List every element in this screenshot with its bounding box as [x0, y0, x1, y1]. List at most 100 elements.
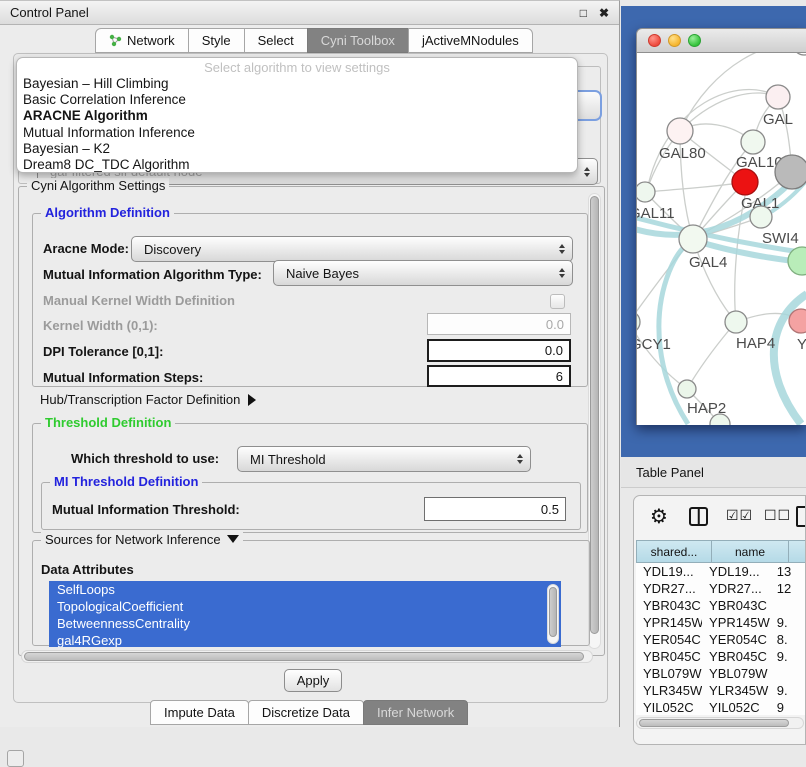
column-header-partial[interactable]	[788, 540, 806, 563]
algorithm-option[interactable]: Basic Correlation Inference	[17, 92, 577, 108]
table-row[interactable]: YBL079WYBL079W	[636, 665, 805, 682]
table-cell[interactable]: 8.	[770, 631, 805, 648]
hub-factor-toggle[interactable]: Hub/Transcription Factor Definition	[40, 392, 256, 407]
float-panel-icon[interactable]: □	[580, 6, 587, 20]
minimize-window-icon[interactable]	[668, 34, 681, 47]
column-header-shared-name[interactable]: shared...	[636, 540, 712, 563]
table-cell[interactable]: YBL079W	[636, 665, 702, 682]
table-cell[interactable]: 13	[770, 563, 805, 580]
which-threshold-combo[interactable]: MI Threshold	[237, 446, 531, 472]
apply-button[interactable]: Apply	[284, 669, 342, 692]
algorithm-option[interactable]: Bayesian – Hill Climbing	[17, 76, 577, 92]
table-hscrollbar-thumb[interactable]	[639, 719, 789, 727]
tab-jactivemnodules[interactable]: jActiveMNodules	[408, 28, 533, 53]
columns-icon[interactable]	[689, 507, 708, 526]
table-cell[interactable]: 9.	[770, 682, 805, 699]
node-gcy1[interactable]	[637, 311, 640, 333]
table-cell[interactable]: 9	[770, 699, 805, 715]
algorithm-option[interactable]: Bayesian – K2	[17, 141, 577, 157]
table-cell[interactable]: YDL19...	[636, 563, 702, 580]
table-cell[interactable]: YLR345W	[636, 682, 702, 699]
document-icon[interactable]	[796, 506, 806, 527]
network-node[interactable]	[775, 155, 806, 189]
table-cell[interactable]: YPR145W	[636, 614, 702, 631]
node-gal10[interactable]	[741, 130, 765, 154]
table-row[interactable]: YDR27...YDR27...12	[636, 580, 805, 597]
manual-kernel-checkbox[interactable]	[550, 294, 565, 309]
table-cell[interactable]: 9.	[770, 648, 805, 665]
column-header-name[interactable]: name	[711, 540, 789, 563]
aracne-mode-combo[interactable]: Discovery	[131, 236, 573, 262]
tab-cyni-toolbox[interactable]: Cyni Toolbox	[307, 28, 409, 53]
network-node[interactable]	[793, 53, 806, 55]
table-cell[interactable]	[770, 597, 805, 614]
close-window-icon[interactable]	[648, 34, 661, 47]
network-view[interactable]: GALGAL80GAL10GAL1GAL11SWI4GAL4GCY1HAP4YH…	[636, 53, 806, 425]
tab-select[interactable]: Select	[244, 28, 308, 53]
table-cell[interactable]: YER054C	[636, 631, 702, 648]
table-cell[interactable]: YIL052C	[636, 699, 702, 715]
tab-discretize-data[interactable]: Discretize Data	[248, 700, 364, 725]
table-cell[interactable]: YBR043C	[702, 597, 770, 614]
node-gal1[interactable]	[732, 169, 758, 195]
network-window-titlebar[interactable]	[636, 28, 806, 53]
attribute-item[interactable]: TopologicalCoefficient	[49, 598, 561, 615]
table-row[interactable]: YBR045CYBR045C9.	[636, 648, 805, 665]
table-cell[interactable]: YDL19...	[702, 563, 770, 580]
data-attributes-list[interactable]: SelfLoopsTopologicalCoefficientBetweenne…	[49, 581, 561, 647]
attributes-scrollbar-thumb[interactable]	[549, 587, 557, 637]
node-gal[interactable]	[766, 85, 790, 109]
table-row[interactable]: YLR345WYLR345W9.	[636, 682, 805, 699]
node-hap4[interactable]	[725, 311, 747, 333]
table-cell[interactable]: YER054C	[702, 631, 770, 648]
node-gal80[interactable]	[667, 118, 693, 144]
algorithm-option[interactable]: Dream8 DC_TDC Algorithm	[17, 157, 577, 173]
algorithm-option[interactable]: Mutual Information Inference	[17, 125, 577, 141]
tab-style[interactable]: Style	[188, 28, 245, 53]
node-swi4[interactable]	[750, 206, 772, 228]
table-cell[interactable]: YBR043C	[636, 597, 702, 614]
table-cell[interactable]: YDR27...	[702, 580, 770, 597]
tab-infer-network[interactable]: Infer Network	[363, 700, 468, 725]
mi-threshold-input[interactable]: 0.5	[424, 497, 566, 521]
node-gal4[interactable]	[679, 225, 707, 253]
close-panel-icon[interactable]: ✖	[599, 6, 609, 20]
attribute-item[interactable]: gal4RGexp	[49, 632, 561, 647]
dpi-tolerance-input[interactable]: 0.0	[427, 339, 571, 362]
algorithm-option[interactable]: ARACNE Algorithm	[17, 108, 577, 124]
select-unchecked-icon[interactable]: ☐☐	[764, 508, 791, 524]
mi-type-combo[interactable]: Naive Bayes	[273, 260, 573, 286]
table-cell[interactable]: YDR27...	[636, 580, 702, 597]
table-cell[interactable]: YPR145W	[702, 614, 770, 631]
table-row[interactable]: YDL19...YDL19...13	[636, 563, 805, 580]
select-checked-icon[interactable]: ☑☑	[726, 508, 753, 524]
table-row[interactable]: YER054CYER054C8.	[636, 631, 805, 648]
sources-legend-toggle[interactable]: Sources for Network Inference	[41, 532, 243, 547]
table-row[interactable]: YIL052CYIL052C9	[636, 699, 805, 715]
table-cell[interactable]: 12	[770, 580, 805, 597]
node-y[interactable]	[789, 309, 806, 333]
tab-impute-data[interactable]: Impute Data	[150, 700, 249, 725]
attribute-item[interactable]: SelfLoops	[49, 581, 561, 598]
table-row[interactable]: YBR043CYBR043C	[636, 597, 805, 614]
table-cell[interactable]: YIL052C	[702, 699, 770, 715]
table-cell[interactable]: YBL079W	[702, 665, 770, 682]
tab-network[interactable]: Network	[95, 28, 189, 53]
kernel-width-input[interactable]: 0.0	[427, 313, 571, 335]
gear-icon[interactable]: ⚙	[650, 504, 668, 528]
attributes-scrollbar[interactable]	[547, 584, 559, 644]
table-hscrollbar[interactable]	[636, 717, 804, 729]
table-row[interactable]: YPR145WYPR145W9.	[636, 614, 805, 631]
settings-scrollbar-thumb[interactable]	[590, 196, 599, 634]
mi-steps-input[interactable]: 6	[427, 365, 571, 387]
node-gal11[interactable]	[637, 182, 655, 202]
attribute-item[interactable]: BetweennessCentrality	[49, 615, 561, 632]
table-cell[interactable]: YLR345W	[702, 682, 770, 699]
table-cell[interactable]: 9.	[770, 614, 805, 631]
zoom-window-icon[interactable]	[688, 34, 701, 47]
collapsed-panel-icon[interactable]	[7, 750, 24, 767]
table-cell[interactable]: YBR045C	[636, 648, 702, 665]
table-cell[interactable]: YBR045C	[702, 648, 770, 665]
settings-hscrollbar[interactable]	[21, 650, 593, 663]
node-hap2[interactable]	[678, 380, 696, 398]
